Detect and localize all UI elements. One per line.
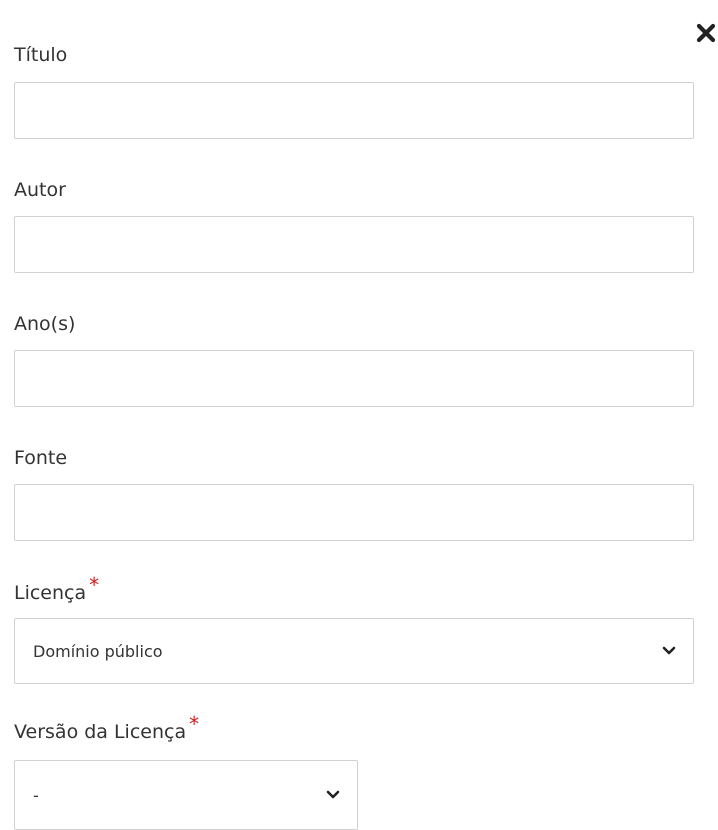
autor-input[interactable]: [14, 216, 694, 273]
anos-label: Ano(s): [14, 313, 76, 335]
close-button[interactable]: [695, 22, 717, 44]
autor-label: Autor: [14, 179, 66, 201]
titulo-input[interactable]: [14, 82, 694, 139]
licenca-label-text: Licença: [14, 582, 87, 604]
chevron-down-icon: [326, 790, 340, 799]
anos-input[interactable]: [14, 350, 694, 407]
fonte-label: Fonte: [14, 447, 68, 469]
licenca-label: Licença *: [14, 573, 99, 605]
versao-licenca-label: Versão da Licença *: [14, 712, 199, 744]
fonte-input[interactable]: [14, 484, 694, 541]
required-asterisk: *: [89, 573, 100, 597]
versao-licenca-selected-value: -: [33, 786, 39, 805]
close-icon: [696, 23, 716, 43]
versao-licenca-label-text: Versão da Licença: [14, 721, 187, 743]
titulo-label: Título: [14, 44, 68, 66]
licenca-select[interactable]: Domínio público: [14, 618, 694, 684]
required-asterisk: *: [189, 712, 200, 736]
licenca-selected-value: Domínio público: [33, 642, 163, 661]
versao-licenca-select[interactable]: -: [14, 760, 358, 830]
chevron-down-icon: [662, 646, 676, 655]
